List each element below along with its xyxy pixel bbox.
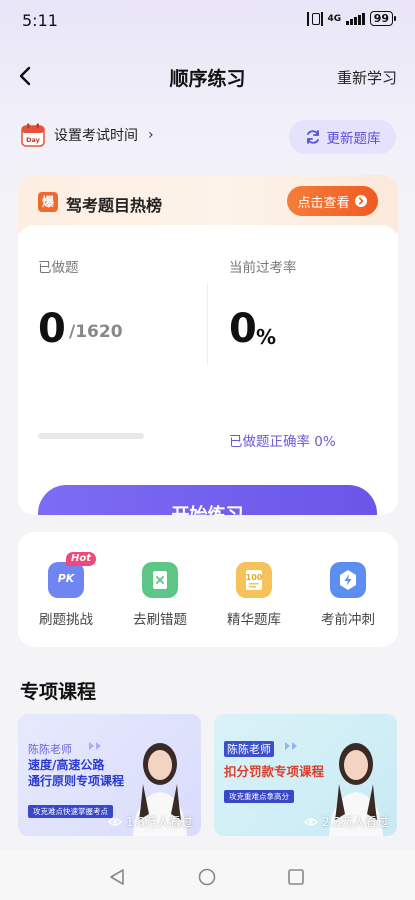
quick-item-challenge[interactable]: PK Hot 刷题挑战 xyxy=(26,552,106,628)
hot-badge: 爆 xyxy=(38,192,58,212)
pass-rate-unit: % xyxy=(256,325,277,349)
pk-icon-text: PK xyxy=(57,572,75,585)
progress-bar xyxy=(38,433,144,439)
done-label: 已做题 xyxy=(38,260,79,276)
pk-icon: PK Hot xyxy=(48,552,97,598)
course-views-text: 1.8万人看过 xyxy=(125,815,193,829)
total-count: /1620 xyxy=(69,322,123,342)
play-arrows-icon xyxy=(285,742,297,750)
nav-bar: 顺序练习 重新学习 xyxy=(0,56,415,96)
signal-icon xyxy=(346,12,365,25)
practice-card: 爆 驾考题目热榜 点击查看 已做题 0 /1620 当前过考率 0 % 已做题正… xyxy=(18,175,398,515)
bank-icon-text: 100 xyxy=(245,573,263,582)
hot-list-title: 驾考题目热榜 xyxy=(66,196,163,215)
relearn-button[interactable]: 重新学习 xyxy=(337,67,397,88)
course-teacher: 陈陈老师 xyxy=(224,741,274,757)
view-hot-list-button[interactable]: 点击查看 xyxy=(287,186,378,216)
course-teacher: 陈陈老师 xyxy=(28,743,72,756)
quick-item-bank[interactable]: 100 精华题库 xyxy=(214,562,294,628)
course-tag: 攻克难点快速掌握考点 xyxy=(28,805,113,818)
divider xyxy=(207,283,208,365)
course-views-text: 2.3万人看过 xyxy=(321,815,389,829)
pass-rate-label: 当前过考率 xyxy=(229,260,297,276)
course-views: 1.8万人看过 xyxy=(107,813,193,830)
quick-label: 去刷错题 xyxy=(133,612,187,628)
course-card[interactable]: 陈陈老师 扣分罚款专项课程 攻克重难点拿高分 2.3万人看过 xyxy=(214,714,397,836)
set-exam-time-label: 设置考试时间 xyxy=(54,128,138,144)
stats-panel: 已做题 0 /1620 当前过考率 0 % 已做题正确率 0% 开始练习 xyxy=(18,225,398,515)
quick-item-wrong[interactable]: 去刷错题 xyxy=(120,562,200,628)
status-bar: 5:11 4G 99 xyxy=(0,0,415,40)
home-circle-icon[interactable] xyxy=(198,868,216,886)
hot-tag: Hot xyxy=(66,552,97,566)
quick-item-sprint[interactable]: 考前冲刺 xyxy=(308,562,388,628)
system-nav-bar xyxy=(0,850,415,900)
update-bank-button[interactable]: 更新题库 xyxy=(289,120,396,154)
chevron-right-icon xyxy=(354,195,367,207)
eye-icon xyxy=(107,817,122,826)
chevron-right-icon: › xyxy=(148,127,154,143)
wrong-questions-icon xyxy=(142,562,178,598)
quick-actions: PK Hot 刷题挑战 去刷错题 100 精华题库 考前冲刺 xyxy=(18,532,398,647)
section-title: 专项课程 xyxy=(20,681,97,703)
play-arrows-icon xyxy=(89,742,101,750)
done-count: 0 xyxy=(38,306,66,352)
question-bank-icon: 100 xyxy=(236,562,272,598)
svg-text:Day: Day xyxy=(26,136,41,144)
accuracy-text: 已做题正确率 0% xyxy=(229,434,336,450)
view-hot-list-label: 点击查看 xyxy=(297,195,350,211)
battery-icon: 99 xyxy=(369,11,397,26)
quick-label: 刷题挑战 xyxy=(39,612,93,628)
recents-square-icon[interactable] xyxy=(287,868,305,886)
back-triangle-icon[interactable] xyxy=(108,868,126,886)
quick-label: 考前冲刺 xyxy=(321,612,375,628)
network-label: 4G xyxy=(327,13,342,24)
status-time: 5:11 xyxy=(22,11,58,30)
status-icons: 4G 99 xyxy=(306,11,397,26)
quick-label: 精华题库 xyxy=(227,612,281,628)
update-bank-label: 更新题库 xyxy=(326,131,381,147)
pass-rate-value: 0 xyxy=(229,306,257,352)
chevron-left-icon xyxy=(19,66,31,86)
back-button[interactable] xyxy=(14,64,38,88)
set-exam-time-button[interactable]: Day 设置考试时间 › xyxy=(20,122,154,148)
course-card[interactable]: 陈陈老师 速度/高速公路 通行原则专项课程 攻克难点快速掌握考点 1.8万人看过 xyxy=(18,714,201,836)
calendar-icon: Day xyxy=(21,123,45,147)
course-views: 2.3万人看过 xyxy=(303,813,389,830)
course-tag: 攻克重难点拿高分 xyxy=(224,790,294,803)
sprint-icon xyxy=(330,562,366,598)
vibrate-icon xyxy=(306,11,323,26)
refresh-icon xyxy=(306,130,319,144)
document-x-icon xyxy=(153,571,167,589)
eye-icon xyxy=(303,817,318,826)
start-practice-button[interactable]: 开始练习 xyxy=(38,485,377,515)
lightning-icon xyxy=(340,570,356,590)
